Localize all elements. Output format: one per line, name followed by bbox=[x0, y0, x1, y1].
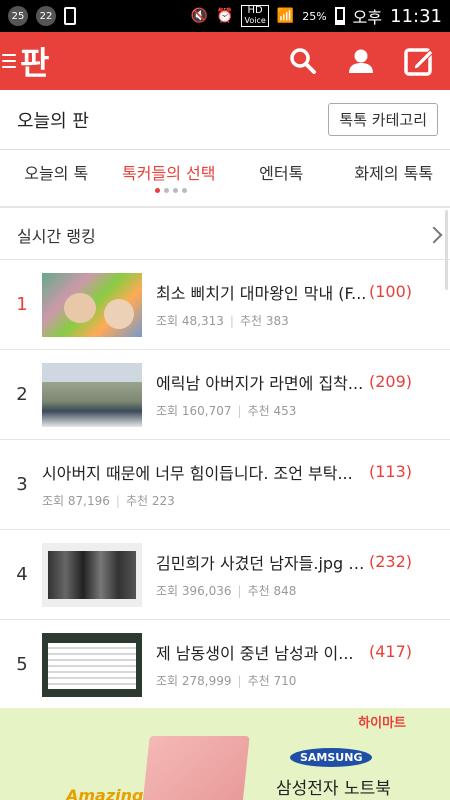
phone-icon bbox=[64, 7, 76, 25]
ranking-list: 1 최소 삐치기 대마왕인 막내 (F... 조회 48,313 | 추천 383 … bbox=[0, 260, 450, 710]
title-row: 오늘의 판 톡톡 카테고리 bbox=[0, 90, 450, 150]
notification-badge-icon: 25 bbox=[8, 6, 28, 26]
view-count: 조회 87,196 bbox=[42, 494, 110, 508]
battery-percent: 25% bbox=[302, 9, 327, 23]
view-count: 조회 48,313 bbox=[156, 314, 224, 328]
page-title: 오늘의 판 bbox=[17, 110, 89, 132]
list-item[interactable]: 2 에릭남 아버지가 라면에 집착... 조회 160,707 | 추천 453 (… bbox=[0, 350, 450, 440]
post-title: 시아버지 때문에 너무 힘이듭니다. 조언 부탁... bbox=[42, 464, 353, 483]
chevron-right-icon[interactable] bbox=[425, 226, 443, 243]
page-indicator bbox=[155, 188, 187, 193]
ad-banner[interactable]: 하이마트 Amazing SAMSUNG 삼성전자 노트북 bbox=[0, 708, 450, 800]
list-item[interactable]: 4 김민희가 사겼던 남자들.jpg (... 조회 396,036 | 추천 84… bbox=[0, 530, 450, 620]
recommend-count: 추천 383 bbox=[239, 314, 289, 328]
clock-time: 11:31 bbox=[390, 5, 442, 27]
tab-hot-topics[interactable]: 화제의 톡톡 bbox=[338, 150, 450, 206]
page-dot bbox=[164, 188, 169, 193]
rank-number: 5 bbox=[16, 654, 28, 675]
tab-entertainment[interactable]: 엔터톡 bbox=[225, 150, 338, 206]
category-button[interactable]: 톡톡 카테고리 bbox=[328, 103, 438, 136]
thumbnail bbox=[42, 632, 142, 697]
battery-icon bbox=[334, 7, 345, 25]
alarm-icon: ⏰ bbox=[216, 8, 234, 24]
view-count: 조회 278,999 bbox=[156, 674, 232, 688]
app-logo[interactable]: 판 bbox=[20, 38, 49, 84]
list-item[interactable]: 1 최소 삐치기 대마왕인 막내 (F... 조회 48,313 | 추천 383 … bbox=[0, 260, 450, 350]
rank-number: 2 bbox=[16, 384, 28, 405]
notification-avatar-icon: 22 bbox=[36, 6, 56, 26]
profile-icon[interactable] bbox=[344, 44, 378, 78]
wifi-icon: 📶 bbox=[276, 8, 295, 24]
laptop-image bbox=[142, 736, 250, 800]
post-title: 제 남동생이 중년 남성과 이... bbox=[156, 644, 354, 663]
ad-brand-logo: 하이마트 bbox=[358, 716, 406, 731]
status-bar: 25 22 🔇 ⏰ HD Voice 📶 25% 오후 11:31 bbox=[0, 0, 450, 32]
post-title: 에릭남 아버지가 라면에 집착... bbox=[156, 374, 364, 393]
app-header: 판 bbox=[0, 32, 450, 90]
comment-count: (100) bbox=[368, 282, 412, 301]
ad-tagline: Amazing bbox=[66, 786, 144, 800]
ranking-title: 실시간 랭킹 bbox=[17, 226, 96, 246]
write-icon[interactable] bbox=[402, 44, 436, 78]
comment-count: (113) bbox=[368, 462, 412, 481]
samsung-logo: SAMSUNG bbox=[290, 748, 373, 767]
view-count: 조회 160,707 bbox=[156, 404, 232, 418]
thumbnail bbox=[42, 362, 142, 427]
rank-number: 4 bbox=[16, 564, 28, 585]
list-item[interactable]: 5 제 남동생이 중년 남성과 이... 조회 278,999 | 추천 710 (… bbox=[0, 620, 450, 710]
comment-count: (209) bbox=[368, 372, 412, 391]
recommend-count: 추천 710 bbox=[247, 674, 297, 688]
post-title: 최소 삐치기 대마왕인 막내 (F... bbox=[156, 284, 367, 303]
hd-voice-icon: HD Voice bbox=[241, 5, 269, 27]
view-count: 조회 396,036 bbox=[156, 584, 232, 598]
page-dot bbox=[173, 188, 178, 193]
tab-today-talk[interactable]: 오늘의 톡 bbox=[0, 150, 113, 206]
clock-ampm: 오후 bbox=[352, 8, 383, 27]
post-title: 김민희가 사겼던 남자들.jpg (... bbox=[156, 554, 368, 573]
tab-bar: 오늘의 톡 톡커들의 선택 엔터톡 화제의 톡톡 bbox=[0, 150, 450, 208]
recommend-count: 추천 848 bbox=[247, 584, 297, 598]
thumbnail bbox=[42, 272, 142, 337]
ranking-header[interactable]: 실시간 랭킹 bbox=[0, 210, 450, 260]
page-dot bbox=[182, 188, 187, 193]
search-icon[interactable] bbox=[286, 44, 320, 78]
recommend-count: 추천 223 bbox=[125, 494, 175, 508]
recommend-count: 추천 453 bbox=[247, 404, 297, 418]
rank-number: 1 bbox=[16, 294, 28, 315]
list-item[interactable]: 3 시아버지 때문에 너무 힘이듭니다. 조언 부탁... 조회 87,196 |… bbox=[0, 440, 450, 530]
menu-icon[interactable] bbox=[2, 54, 16, 68]
ad-text: 삼성전자 노트북 bbox=[276, 779, 391, 799]
comment-count: (417) bbox=[368, 642, 412, 661]
thumbnail bbox=[42, 542, 142, 607]
mute-icon: 🔇 bbox=[190, 8, 209, 24]
tab-talkers-choice[interactable]: 톡커들의 선택 bbox=[113, 150, 226, 206]
rank-number: 3 bbox=[16, 474, 28, 495]
page-dot bbox=[155, 188, 160, 193]
comment-count: (232) bbox=[368, 552, 412, 571]
